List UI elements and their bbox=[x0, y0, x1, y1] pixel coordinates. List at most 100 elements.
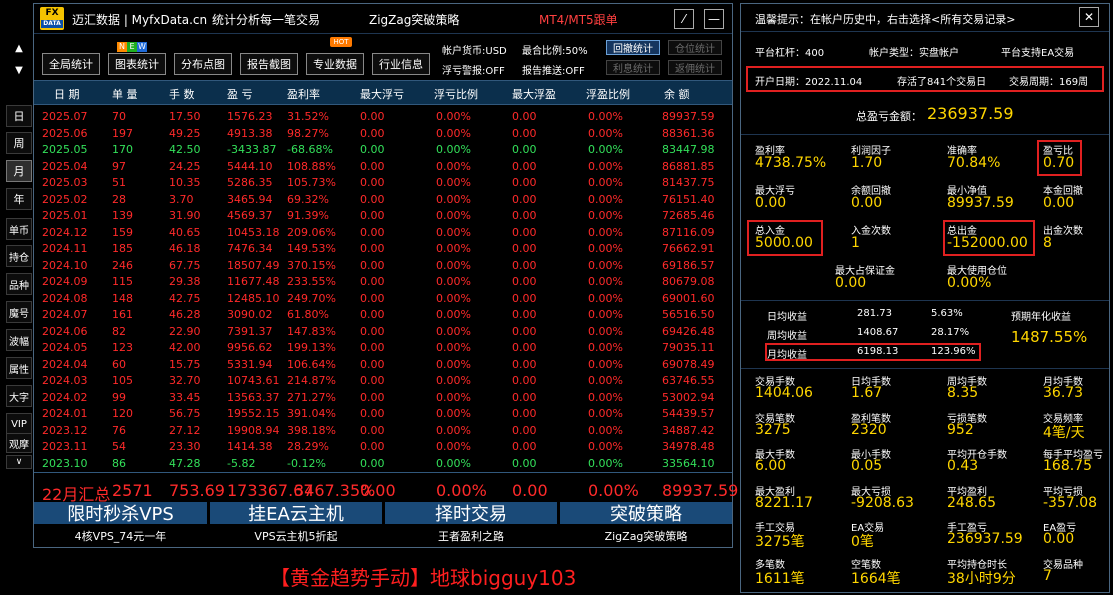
stat-value: 7 bbox=[1043, 567, 1052, 584]
table-cell: 0.00% bbox=[588, 192, 623, 206]
table-cell: 0.00 bbox=[360, 143, 385, 156]
table-cell: 2024.09 bbox=[42, 275, 88, 288]
global-stats-button[interactable]: 全局统计 bbox=[42, 53, 100, 75]
report-push: 报告推送:OFF bbox=[522, 66, 585, 77]
report-screenshot-button[interactable]: 报告截图 bbox=[240, 53, 298, 75]
table-cell: 76 bbox=[112, 423, 126, 437]
table-cell: 0.00% bbox=[436, 423, 471, 437]
divider bbox=[741, 368, 1109, 369]
table-cell: 2024.05 bbox=[42, 341, 88, 354]
table-cell: 148 bbox=[112, 291, 133, 305]
nav-volatility-button[interactable]: 波幅 bbox=[6, 329, 32, 351]
table-cell: 0.00% bbox=[588, 143, 623, 156]
combine-ratio: 最合比例:50% bbox=[522, 46, 588, 57]
table-cell: 185 bbox=[112, 242, 133, 255]
drawdown-stats-button[interactable]: 回撤统计 bbox=[606, 40, 660, 55]
table-cell: 89937.59 bbox=[662, 110, 715, 123]
scroll-down-button[interactable]: ▼ bbox=[6, 60, 32, 80]
position-stats-button[interactable]: 仓位统计 bbox=[668, 40, 722, 55]
return-value: 5.63% bbox=[931, 308, 963, 319]
table-cell: 0.00 bbox=[360, 341, 385, 354]
table-cell: 10.35 bbox=[169, 176, 201, 189]
table-cell: 22.90 bbox=[169, 324, 201, 338]
stat-value: 0.00 bbox=[1043, 531, 1075, 547]
table-cell: 105.73% bbox=[287, 176, 336, 189]
col-float-loss-ratio: 浮亏比例 bbox=[434, 88, 478, 101]
table-cell: 398.18% bbox=[287, 423, 336, 437]
nav-attribute-button[interactable]: 属性 bbox=[6, 357, 32, 379]
summary-cell: 0.00% bbox=[436, 481, 487, 500]
promo-ea-host-sub[interactable]: VPS云主机5折起 bbox=[210, 526, 382, 546]
table-cell: 2023.10 bbox=[42, 456, 88, 470]
nav-week-button[interactable]: 周 bbox=[6, 132, 32, 154]
table-cell: 0.00 bbox=[512, 291, 537, 305]
pin-button[interactable]: ⁄ bbox=[674, 9, 694, 29]
nav-bigfont-button[interactable]: 大字 bbox=[6, 385, 32, 407]
table-cell: 42.75 bbox=[169, 291, 201, 305]
nav-more-button[interactable]: ∨ bbox=[6, 455, 32, 469]
promo-timing-button[interactable]: 择时交易 bbox=[385, 502, 557, 525]
promo-breakout-button[interactable]: 突破策略 bbox=[560, 502, 732, 525]
table-row: 2024.01 120 56.75 19552.15 391.04% 0.00 0.00% 0… bbox=[34, 405, 732, 423]
divider bbox=[741, 300, 1109, 301]
promo-vps-button[interactable]: 限时秒杀VPS bbox=[34, 502, 207, 525]
table-cell: 83447.98 bbox=[662, 143, 715, 156]
summary-cell: 0.00 bbox=[360, 481, 396, 500]
nav-month-button[interactable]: 月 bbox=[6, 160, 32, 182]
table-cell: 5331.94 bbox=[227, 357, 273, 371]
table-cell: 31.90 bbox=[169, 209, 201, 222]
nav-symbol-button[interactable]: 单币 bbox=[6, 218, 32, 240]
table-cell: 2025.02 bbox=[42, 192, 88, 206]
promo-breakout-sub[interactable]: ZigZag突破策略 bbox=[560, 526, 732, 546]
table-cell: 0.00% bbox=[436, 176, 471, 189]
table-cell: 0.00% bbox=[436, 209, 471, 222]
promo-ea-host-button[interactable]: 挂EA云主机 bbox=[210, 502, 382, 525]
table-cell: 0.00 bbox=[360, 324, 385, 338]
table-cell: 2024.08 bbox=[42, 291, 88, 305]
promo-timing-sub[interactable]: 王者盈利之路 bbox=[385, 526, 557, 546]
nav-vip-button[interactable]: VIP bbox=[6, 413, 32, 435]
highlight-box bbox=[1037, 140, 1082, 176]
nav-day-button[interactable]: 日 bbox=[6, 105, 32, 127]
table-cell: 28.29% bbox=[287, 440, 329, 453]
summary-cell: 89937.59 bbox=[662, 481, 739, 500]
table-cell: 0.00 bbox=[512, 110, 537, 123]
table-cell: 33.45 bbox=[169, 390, 201, 404]
table-cell: 0.00% bbox=[436, 275, 471, 288]
interest-stats-button[interactable]: 利息统计 bbox=[606, 60, 660, 75]
table-row: 2024.10 246 67.75 18507.49 370.15% 0.00 0.00% 0… bbox=[34, 257, 732, 275]
table-cell: 246 bbox=[112, 258, 133, 272]
stat-value: 4738.75% bbox=[755, 155, 827, 171]
table-cell: 0.00 bbox=[512, 192, 537, 206]
stat-value: 1404.06 bbox=[755, 385, 813, 401]
distribution-button[interactable]: 分布点图 bbox=[174, 53, 232, 75]
table-cell: 82 bbox=[112, 324, 126, 338]
nav-magic-button[interactable]: 魔号 bbox=[6, 301, 32, 323]
promo-vps-sub[interactable]: 4核VPS_74元一年 bbox=[34, 526, 207, 546]
table-cell: 0.00% bbox=[436, 126, 471, 140]
table-cell: 7391.37 bbox=[227, 324, 273, 338]
table-cell: 32.70 bbox=[169, 374, 201, 387]
table-cell: 79035.11 bbox=[662, 341, 715, 354]
pro-data-button[interactable]: 专业数据 bbox=[306, 53, 364, 75]
table-cell: 0.00 bbox=[360, 423, 385, 437]
industry-info-button[interactable]: 行业信息 bbox=[372, 53, 430, 75]
table-cell: 0.00% bbox=[436, 390, 471, 404]
scroll-up-button[interactable]: ▲ bbox=[6, 38, 32, 58]
table-cell: 0.00 bbox=[512, 341, 537, 354]
col-lots: 手 数 bbox=[169, 88, 195, 101]
minimize-button[interactable]: — bbox=[704, 9, 724, 29]
mt-copy-link[interactable]: MT4/MT5跟单 bbox=[539, 11, 618, 28]
table-cell: 0.00% bbox=[436, 374, 471, 387]
table-cell: 15.75 bbox=[169, 357, 201, 371]
nav-watch-button[interactable]: 观摩 bbox=[6, 433, 32, 453]
chart-stats-button[interactable]: 图表统计 bbox=[108, 53, 166, 75]
table-cell: 159 bbox=[112, 225, 133, 239]
nav-position-button[interactable]: 持仓 bbox=[6, 245, 32, 267]
nav-instrument-button[interactable]: 品种 bbox=[6, 273, 32, 295]
table-cell: 69001.60 bbox=[662, 291, 715, 305]
rebate-stats-button[interactable]: 返佣统计 bbox=[668, 60, 722, 75]
stat-value: 168.75 bbox=[1043, 458, 1092, 474]
close-button[interactable]: ✕ bbox=[1079, 7, 1099, 27]
nav-year-button[interactable]: 年 bbox=[6, 188, 32, 210]
